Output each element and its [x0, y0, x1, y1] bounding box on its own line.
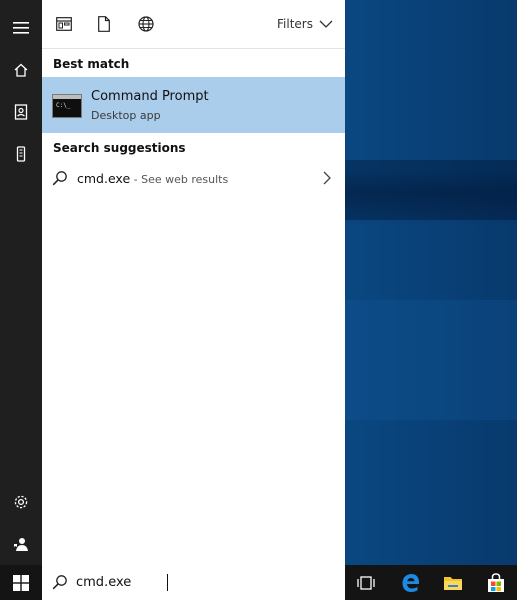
- search-input[interactable]: [76, 571, 326, 593]
- best-match-subtitle: Desktop app: [91, 109, 161, 122]
- taskbar: [0, 565, 517, 600]
- text-cursor: [167, 574, 168, 591]
- search-results-panel: Filters Best match C:\_ Command Prompt D…: [42, 0, 345, 565]
- web-icon: [138, 16, 154, 32]
- web-filter-button[interactable]: [136, 14, 156, 34]
- best-match-title: Command Prompt: [91, 89, 209, 104]
- task-view-icon: [357, 575, 375, 590]
- search-icon: [52, 575, 67, 590]
- search-icon: [52, 171, 67, 186]
- chevron-down-icon: [319, 20, 333, 28]
- chevron-right-icon: [323, 171, 331, 185]
- hamburger-icon: [13, 22, 29, 34]
- store-button[interactable]: [476, 565, 516, 600]
- settings-button[interactable]: [0, 482, 42, 522]
- apps-filter-button[interactable]: [54, 14, 74, 34]
- notebook-button[interactable]: [0, 92, 42, 132]
- documents-icon: [98, 16, 110, 32]
- filters-dropdown[interactable]: Filters: [277, 17, 333, 31]
- apps-icon: [56, 17, 72, 31]
- home-icon: [14, 63, 28, 77]
- file-explorer-button[interactable]: [433, 565, 473, 600]
- devices-button[interactable]: [0, 134, 42, 174]
- task-view-button[interactable]: [346, 565, 386, 600]
- suggestion-suffix: - See web results: [130, 173, 229, 186]
- notebook-icon: [14, 104, 28, 120]
- start-rail: [0, 0, 42, 565]
- search-suggestions-heading: Search suggestions: [53, 141, 186, 155]
- start-button[interactable]: [0, 565, 42, 600]
- edge-browser-button[interactable]: [391, 565, 431, 600]
- best-match-heading: Best match: [53, 57, 130, 71]
- taskbar-search-box[interactable]: [42, 565, 345, 600]
- suggestion-text: cmd.exe - See web results: [77, 171, 228, 186]
- best-match-result[interactable]: C:\_ Command Prompt Desktop app: [42, 77, 345, 133]
- user-feedback-icon: [14, 538, 28, 551]
- panel-header: Filters: [42, 0, 345, 49]
- svg-text:C:\_: C:\_: [56, 102, 71, 109]
- list-item[interactable]: cmd.exe - See web results: [42, 162, 345, 196]
- command-prompt-icon: C:\_: [52, 94, 82, 118]
- device-icon: [16, 146, 26, 162]
- wallpaper-band: [345, 160, 517, 220]
- hamburger-menu-button[interactable]: [0, 8, 42, 48]
- store-icon: [488, 572, 504, 592]
- edge-icon: [402, 573, 420, 592]
- documents-filter-button[interactable]: [94, 14, 114, 34]
- filters-label: Filters: [277, 17, 313, 31]
- home-button[interactable]: [0, 50, 42, 90]
- wallpaper-band: [345, 300, 517, 420]
- suggestion-query: cmd.exe: [77, 171, 131, 186]
- settings-icon: [14, 495, 28, 509]
- file-explorer-icon: [444, 576, 462, 590]
- windows-start-icon: [13, 574, 29, 591]
- feedback-button[interactable]: [0, 524, 42, 564]
